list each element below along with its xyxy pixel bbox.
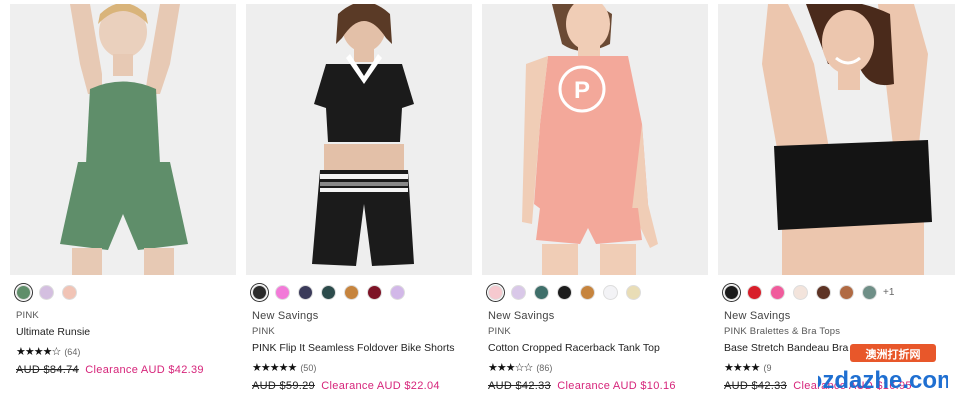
color-swatch[interactable] [62, 285, 77, 300]
product-image[interactable] [718, 4, 955, 275]
product-info: PINK Ultimate Runsie ★★★★☆ (64) AUD $84.… [16, 308, 204, 378]
product-price: AUD $84.74 Clearance AUD $42.39 [16, 362, 204, 378]
color-swatch[interactable] [252, 285, 267, 300]
color-swatch[interactable] [747, 285, 762, 300]
color-swatch[interactable] [16, 285, 31, 300]
color-swatch[interactable] [580, 285, 595, 300]
original-price: AUD $84.74 [16, 364, 79, 376]
color-swatch[interactable] [793, 285, 808, 300]
product-grid: PINK Ultimate Runsie ★★★★☆ (64) AUD $84.… [10, 4, 955, 402]
color-swatch[interactable] [816, 285, 831, 300]
original-price: AUD $42.33 [488, 380, 551, 392]
color-swatch[interactable] [603, 285, 618, 300]
product-price: AUD $59.29 Clearance AUD $22.04 [252, 378, 455, 394]
watermark-bottom-text: ozdazhe.com [818, 367, 948, 394]
clearance-price: Clearance AUD $22.04 [321, 380, 440, 392]
review-count[interactable]: (9 [763, 360, 771, 376]
promo-tag: New Savings [724, 310, 791, 322]
promo-tag: New Savings [488, 310, 555, 322]
color-swatch[interactable] [367, 285, 382, 300]
product-rating: ★★★☆☆ (86) [488, 360, 676, 376]
product-card[interactable]: PINK Ultimate Runsie ★★★★☆ (64) AUD $84.… [10, 4, 236, 402]
product-brand: PINK [16, 310, 39, 321]
color-swatches [252, 285, 405, 300]
color-swatches [488, 285, 641, 300]
color-swatch[interactable] [344, 285, 359, 300]
product-card[interactable]: +1 New Savings PINK Bralettes & Bra Tops… [718, 4, 955, 402]
color-swatch[interactable] [511, 285, 526, 300]
color-swatch[interactable] [488, 285, 503, 300]
color-swatch[interactable] [534, 285, 549, 300]
product-brand: PINK [488, 326, 511, 337]
product-card[interactable]: P New Savings PINK Cotton Cropped Racerb… [482, 4, 708, 402]
review-count[interactable]: (64) [64, 344, 80, 360]
watermark-logo: 澳洲打折网 ozdazhe.com [818, 344, 948, 394]
product-info: New Savings PINK PINK Flip It Seamless F… [252, 308, 455, 394]
color-swatches [16, 285, 77, 300]
color-swatch[interactable] [862, 285, 877, 300]
color-swatch[interactable] [275, 285, 290, 300]
color-swatch[interactable] [839, 285, 854, 300]
product-rating: ★★★★☆ (64) [16, 344, 204, 360]
product-title[interactable]: Cotton Cropped Racerback Tank Top [488, 340, 676, 356]
product-title[interactable]: PINK Flip It Seamless Foldover Bike Shor… [252, 340, 455, 356]
review-count[interactable]: (86) [536, 360, 552, 376]
color-swatch[interactable] [298, 285, 313, 300]
star-rating-icon: ★★★★ [724, 362, 760, 374]
product-brand: PINK [252, 326, 275, 337]
watermark-top-text: 澳洲打折网 [866, 347, 921, 361]
promo-tag: New Savings [252, 310, 319, 322]
more-colors-link[interactable]: +1 [883, 287, 894, 298]
star-rating-icon: ★★★☆☆ [488, 362, 533, 374]
color-swatch[interactable] [390, 285, 405, 300]
color-swatch[interactable] [39, 285, 54, 300]
product-card[interactable]: New Savings PINK PINK Flip It Seamless F… [246, 4, 472, 402]
original-price: AUD $42.33 [724, 380, 787, 392]
product-title[interactable]: Ultimate Runsie [16, 324, 204, 340]
color-swatch[interactable] [626, 285, 641, 300]
product-brand: PINK Bralettes & Bra Tops [724, 326, 841, 337]
clearance-price: Clearance AUD $10.16 [557, 380, 676, 392]
original-price: AUD $59.29 [252, 380, 315, 392]
color-swatch[interactable] [557, 285, 572, 300]
product-image[interactable]: P [482, 4, 708, 275]
color-swatch[interactable] [321, 285, 336, 300]
svg-text:P: P [574, 77, 590, 104]
review-count[interactable]: (50) [300, 360, 316, 376]
color-swatch[interactable] [724, 285, 739, 300]
product-image[interactable] [10, 4, 236, 275]
color-swatches: +1 [724, 285, 894, 300]
color-swatch[interactable] [770, 285, 785, 300]
star-rating-icon: ★★★★★ [252, 362, 297, 374]
clearance-price: Clearance AUD $42.39 [85, 364, 204, 376]
product-info: New Savings PINK Cotton Cropped Racerbac… [488, 308, 676, 394]
star-rating-icon: ★★★★☆ [16, 346, 61, 358]
product-image[interactable] [246, 4, 472, 275]
product-price: AUD $42.33 Clearance AUD $10.16 [488, 378, 676, 394]
product-rating: ★★★★★ (50) [252, 360, 455, 376]
